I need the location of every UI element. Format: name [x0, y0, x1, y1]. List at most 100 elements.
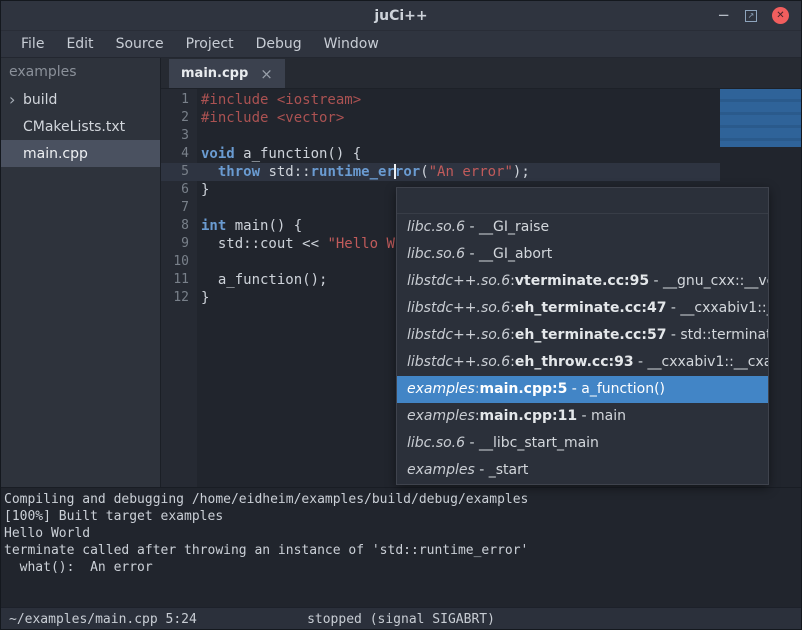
code-text: throw std::runtime_error("An error");	[197, 163, 530, 181]
sidebar-item-label: CMakeLists.txt	[23, 119, 125, 135]
sidebar-item-build[interactable]: ›build	[1, 86, 160, 113]
code-token: ror	[395, 164, 420, 180]
code-text: #include <iostream>	[197, 91, 361, 109]
code-text: std::cout << "Hello W	[197, 235, 395, 253]
stack-list: libc.so.6 - __GI_raiselibc.so.6 - __GI_a…	[397, 214, 768, 484]
stack-frame-item[interactable]: libstdc++.so.6:eh_throw.cc:93 - __cxxabi…	[397, 349, 768, 376]
project-folder-label: examples	[1, 58, 160, 86]
app-window: juCi++ − ↗ ✕ FileEditSourceProjectDebugW…	[0, 0, 802, 630]
frame-module: examples	[407, 408, 475, 424]
line-number: 1	[161, 91, 197, 109]
line-number: 6	[161, 181, 197, 199]
code-token: }	[201, 290, 209, 306]
code-line[interactable]: 2#include <vector>	[161, 109, 801, 127]
sidebar-list: ›build CMakeLists.txt main.cpp	[1, 86, 160, 167]
stack-frame-item[interactable]: examples - _start	[397, 457, 768, 484]
blue-overlay-box	[720, 89, 801, 147]
stack-frame-item[interactable]: libc.so.6 - __GI_raise	[397, 214, 768, 241]
terminal-panel: Compiling and debugging /home/eidheim/ex…	[1, 487, 801, 607]
frame-module: libstdc++.so.6	[407, 354, 510, 370]
maximize-button[interactable]: ↗	[745, 10, 757, 22]
code-token: int	[201, 218, 226, 234]
frame-function: - __GI_raise	[465, 219, 549, 235]
code-line[interactable]: 1#include <iostream>	[161, 91, 801, 109]
stack-frame-item[interactable]: examples:main.cpp:5 - a_function()	[397, 376, 768, 403]
code-text: void a_function() {	[197, 145, 361, 163]
sidebar-item-label: main.cpp	[23, 146, 88, 162]
frame-location: eh_throw.cc:93	[515, 354, 634, 370]
stack-frame-item[interactable]: libstdc++.so.6:eh_terminate.cc:57 - std:…	[397, 322, 768, 349]
code-token: main() {	[226, 218, 302, 234]
code-line[interactable]: 5 throw std::runtime_error("An error");	[161, 163, 801, 181]
frame-function: - std::terminate()	[666, 327, 768, 343]
stack-frame-item[interactable]: libc.so.6 - __GI_abort	[397, 241, 768, 268]
terminal-line: [100%] Built target examples	[4, 508, 801, 525]
code-token: throw	[218, 164, 260, 180]
minimize-button[interactable]: −	[717, 8, 730, 23]
frame-module: examples	[407, 462, 475, 478]
statusbar: ~/examples/main.cpp 5:24 stopped (signal…	[1, 607, 801, 630]
line-number: 11	[161, 271, 197, 289]
menu-item-project[interactable]: Project	[175, 33, 245, 55]
menu-item-file[interactable]: File	[10, 33, 55, 55]
frame-location: main.cpp:11	[480, 408, 578, 424]
terminal-line: Hello World	[4, 525, 801, 542]
stack-frame-item[interactable]: examples:main.cpp:11 - main	[397, 403, 768, 430]
frame-function: - main	[577, 408, 626, 424]
code-line[interactable]: 3	[161, 127, 801, 145]
frame-location: vterminate.cc:95	[515, 273, 649, 289]
frame-function: - __libc_start_main	[465, 435, 599, 451]
menubar: FileEditSourceProjectDebugWindow	[1, 31, 801, 58]
terminal-line: what(): An error	[4, 559, 801, 576]
frame-module: libstdc++.so.6	[407, 300, 510, 316]
frame-location: eh_terminate.cc:57	[515, 327, 667, 343]
close-button[interactable]: ✕	[772, 7, 789, 24]
code-token: runtime_er	[311, 164, 395, 180]
menu-item-debug[interactable]: Debug	[245, 33, 313, 55]
popup-header	[397, 188, 768, 214]
line-number: 9	[161, 235, 197, 253]
menu-item-source[interactable]: Source	[105, 33, 175, 55]
code-token: #include <vector>	[201, 110, 344, 126]
stack-frame-item[interactable]: libc.so.6 - __libc_start_main	[397, 430, 768, 457]
code-line[interactable]: 4void a_function() {	[161, 145, 801, 163]
debug-status: stopped (signal SIGABRT)	[307, 612, 495, 627]
window-title: juCi++	[374, 8, 427, 24]
tab-main-cpp[interactable]: main.cpp ×	[169, 59, 285, 88]
frame-function: - __gnu_cxx::__verbos	[649, 273, 768, 289]
stack-frame-item[interactable]: libstdc++.so.6:eh_terminate.cc:47 - __cx…	[397, 295, 768, 322]
frame-function: - __cxxabiv1::__cxa_thro	[634, 354, 768, 370]
code-token: std::cout <<	[201, 236, 327, 252]
close-tab-icon[interactable]: ×	[260, 65, 273, 83]
sidebar-item-cmakelists-txt[interactable]: CMakeLists.txt	[1, 113, 160, 140]
menu-item-window[interactable]: Window	[313, 33, 390, 55]
terminal-output: Compiling and debugging /home/eidheim/ex…	[4, 491, 801, 576]
code-token: "An error"	[429, 164, 513, 180]
sidebar-item-label: build	[23, 92, 57, 108]
terminal-line: terminate called after throwing an insta…	[4, 542, 801, 559]
tabbar: main.cpp ×	[161, 58, 801, 89]
code-token: void	[201, 146, 235, 162]
line-number: 7	[161, 199, 197, 217]
cursor-location: ~/examples/main.cpp 5:24	[9, 612, 197, 627]
maximize-icon: ↗	[748, 12, 755, 20]
stack-frame-item[interactable]: libstdc++.so.6:vterminate.cc:95 - __gnu_…	[397, 268, 768, 295]
line-number: 5	[161, 163, 197, 181]
code-token: a_function();	[201, 272, 327, 288]
code-text: }	[197, 181, 209, 199]
frame-location: main.cpp:5	[480, 381, 568, 397]
frame-module: libstdc++.so.6	[407, 327, 510, 343]
code-text: #include <vector>	[197, 109, 344, 127]
line-number: 8	[161, 217, 197, 235]
frame-module: libstdc++.so.6	[407, 273, 510, 289]
sidebar-item-main-cpp[interactable]: main.cpp	[1, 140, 160, 167]
code-token: }	[201, 182, 209, 198]
menu-item-edit[interactable]: Edit	[55, 33, 104, 55]
titlebar: juCi++ − ↗ ✕	[1, 1, 801, 31]
frame-module: libc.so.6	[407, 219, 465, 235]
frame-module: libc.so.6	[407, 435, 465, 451]
frame-module: examples	[407, 381, 475, 397]
code-token: #include <iostream>	[201, 92, 361, 108]
terminal-line: Compiling and debugging /home/eidheim/ex…	[4, 491, 801, 508]
line-number: 2	[161, 109, 197, 127]
